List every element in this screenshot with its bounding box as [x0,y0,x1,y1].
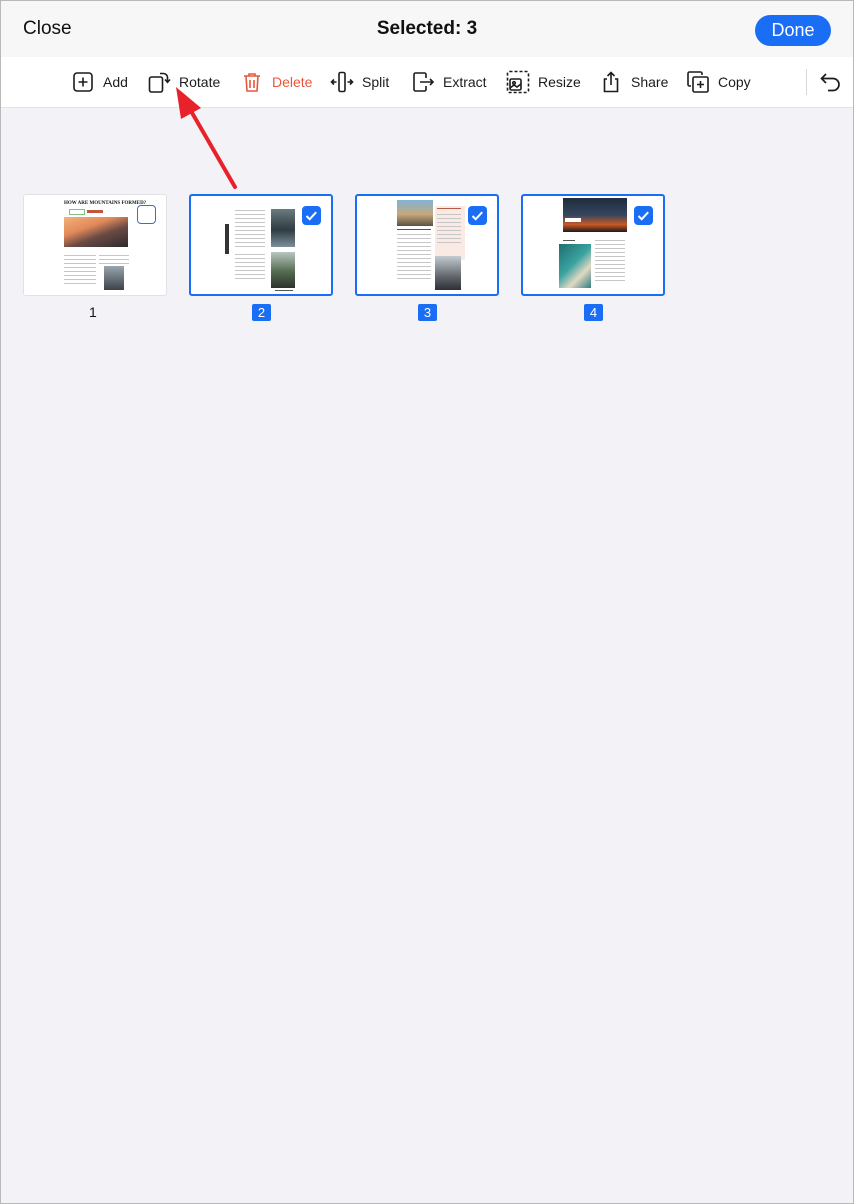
add-button[interactable]: Add [71,69,128,95]
page-thumbnail-1[interactable]: HOW ARE MOUNTAINS FORMED? [23,194,167,296]
page-number-4: 4 [584,304,603,321]
add-label: Add [103,74,128,90]
rotate-icon [148,72,171,93]
page-number-2: 2 [252,304,271,321]
page-thumbnail-3[interactable] [355,194,499,296]
split-button[interactable]: Split [330,69,389,95]
split-label: Split [362,74,390,90]
rotate-button[interactable]: Rotate [147,69,220,95]
page-number-1: 1 [89,304,97,320]
toolbar-divider [806,69,807,95]
resize-label: Resize [538,74,581,90]
mountain-photo [64,217,128,247]
toolbar: Add Rotate Delete Split Extract Resize S… [1,57,853,108]
checkmark-icon [637,211,649,221]
top-bar: Close Selected: 3 Done [1,1,853,57]
page-thumbnail-title: HOW ARE MOUNTAINS FORMED? [64,201,147,206]
checkmark-icon [471,211,483,221]
page-checkbox-4[interactable] [634,206,653,225]
share-icon [603,71,619,93]
copy-icon [687,71,709,93]
page-title: Selected: 3 [376,18,478,39]
page-thumbnail-2[interactable] [189,194,333,296]
checkmark-icon [305,211,317,221]
page-thumbnail-4[interactable] [521,194,665,296]
delete-button[interactable]: Delete [240,69,312,95]
page-checkbox-2[interactable] [302,206,321,225]
page-checkbox-3[interactable] [468,206,487,225]
rotate-label: Rotate [179,74,221,90]
copy-label: Copy [718,74,751,90]
done-button[interactable]: Done [755,15,831,46]
extract-button[interactable]: Extract [411,69,487,95]
share-button[interactable]: Share [599,69,668,95]
undo-icon[interactable] [817,70,843,94]
copy-button[interactable]: Copy [686,69,751,95]
add-page-icon [73,72,93,92]
extract-label: Extract [443,74,487,90]
page-checkbox-1[interactable] [137,205,156,224]
page-number-3: 3 [418,304,437,321]
split-icon [330,71,354,93]
extract-icon [413,72,435,92]
resize-icon [506,70,530,94]
share-label: Share [631,74,669,90]
trash-icon [244,73,260,92]
delete-label: Delete [272,74,313,90]
resize-button[interactable]: Resize [506,69,581,95]
